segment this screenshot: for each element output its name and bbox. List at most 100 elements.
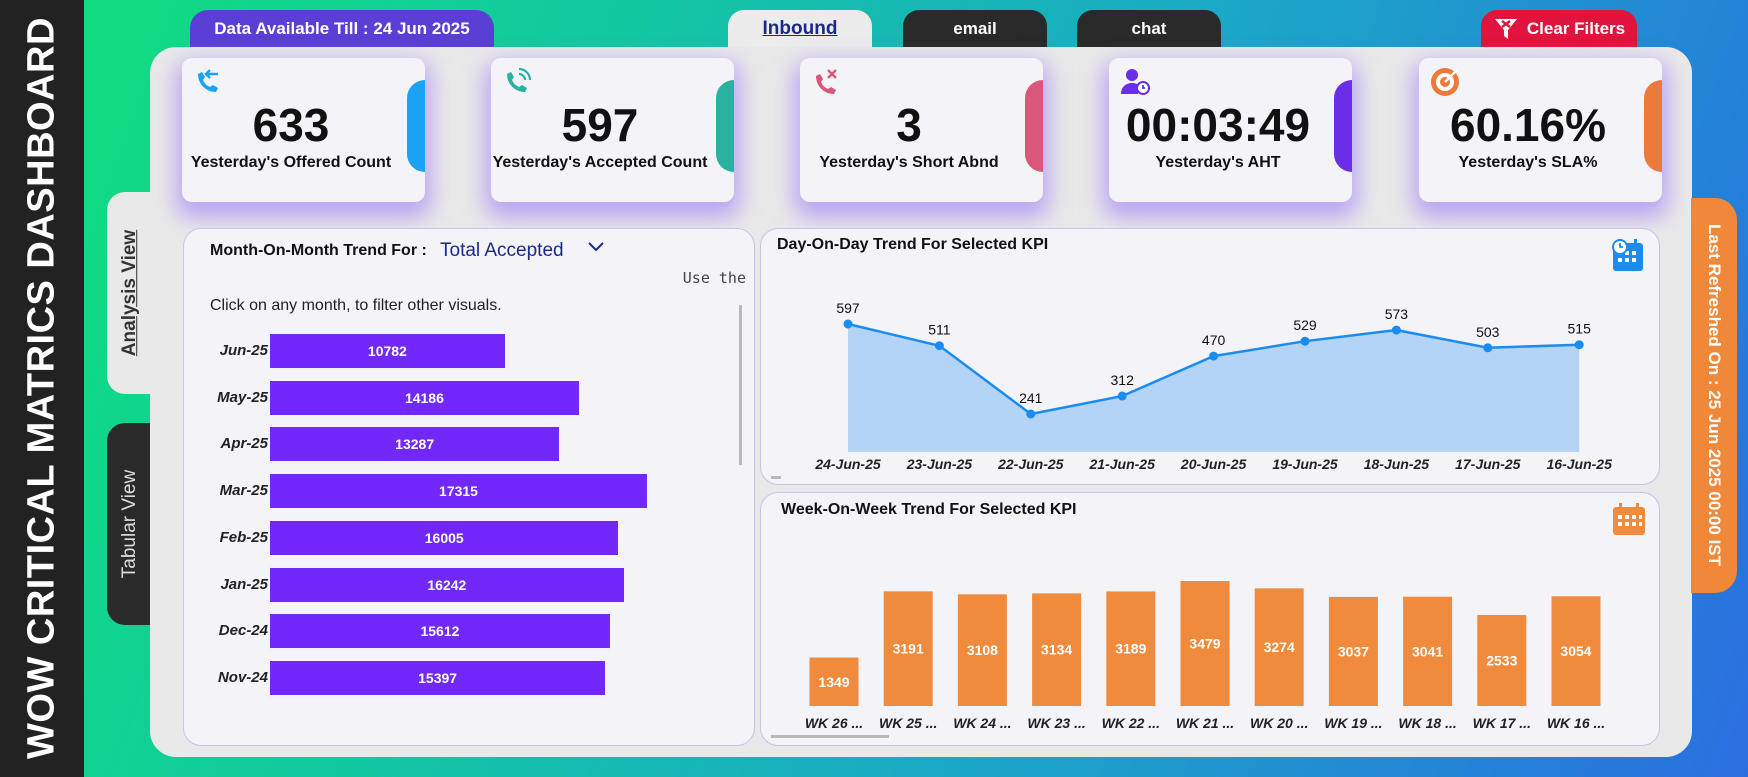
mom-month-label: Apr-25 (220, 435, 268, 453)
scrollbar[interactable] (771, 476, 781, 479)
month-on-month-panel: Month-On-Month Trend For : Total Accepte… (183, 228, 755, 746)
mom-row[interactable]: Nov-24 15397 (184, 660, 744, 695)
dod-data-label: 511 (928, 322, 951, 338)
mom-bar[interactable]: 16005 (270, 520, 619, 555)
mom-month-label: Jun-25 (219, 342, 268, 359)
wow-x-label: WK 26 ... (805, 715, 863, 731)
mom-month-label: Jan-25 (220, 575, 268, 593)
data-available-badge: Data Available Till : 24 Jun 2025 (190, 10, 494, 48)
mom-row[interactable]: Dec-24 15612 (184, 614, 744, 649)
kpi-value: 60.16% (1449, 99, 1606, 151)
dod-data-label: 597 (836, 300, 860, 316)
kpi-card-sla[interactable]: 60.16% Yesterday's SLA% (1419, 58, 1662, 202)
dod-point[interactable] (1117, 391, 1127, 401)
mom-row[interactable]: Feb-25 16005 (184, 520, 744, 555)
kpi-card-offered[interactable]: 633 Yesterday's Offered Count (182, 58, 425, 202)
dod-point[interactable] (843, 319, 853, 329)
mom-bar[interactable]: 10782 (270, 334, 505, 368)
week-on-week-panel: Week-On-Week Trend For Selected KPI 1349… (760, 492, 1660, 746)
wow-bar-chart: 1349 WK 26 ... 3191 WK 25 ... 3108 WK 24 ... 3… (771, 581, 1605, 738)
mom-bar[interactable]: 14186 (270, 380, 579, 415)
kpi-value: 597 (561, 99, 639, 151)
wow-x-label: WK 21 ... (1176, 715, 1234, 731)
mom-month-label: Mar-25 (219, 482, 268, 500)
kpi-card-short-abnd[interactable]: 3 Yesterday's Short Abnd (800, 58, 1043, 202)
last-refreshed-tab: Last Refreshed On : 25 Jun 2025 00:00 IS… (1691, 198, 1737, 593)
wow-data-label: 3274 (1264, 639, 1295, 655)
dod-point[interactable] (1209, 351, 1219, 361)
scrollbar[interactable] (771, 735, 889, 738)
kpi-label: Yesterday's Offered Count (190, 154, 392, 171)
dod-point[interactable] (1574, 340, 1584, 350)
chevron-down-icon[interactable] (586, 237, 606, 257)
dod-point[interactable] (934, 341, 944, 351)
dod-point[interactable] (1483, 343, 1493, 353)
dod-data-label: 573 (1385, 306, 1409, 322)
dod-data-label: 470 (1202, 332, 1226, 348)
kpi-card-accepted[interactable]: 597 Yesterday's Accepted Count (491, 58, 734, 202)
tab-inbound[interactable]: Inbound (728, 10, 872, 48)
dod-point[interactable] (1026, 409, 1036, 419)
mom-bar[interactable]: 15612 (270, 614, 610, 649)
tab-chat[interactable]: chat (1077, 10, 1221, 48)
dod-data-label: 529 (1293, 317, 1317, 333)
tab-tabular-label: Tabular View (119, 469, 140, 579)
wow-data-label: 3134 (1041, 642, 1072, 658)
wow-x-label: WK 23 ... (1027, 715, 1085, 731)
dod-x-label: 22-Jun-25 (997, 456, 1064, 472)
kpi-selector[interactable]: Total Accepted (440, 240, 564, 262)
mom-bar[interactable]: 16242 (270, 567, 624, 602)
tab-email[interactable]: email (903, 10, 1047, 48)
wow-data-label: 3054 (1560, 643, 1591, 659)
dod-x-label: 23-Jun-25 (906, 456, 973, 472)
tab-analysis-label: Analysis View (119, 229, 141, 357)
wow-data-label: 3191 (893, 641, 924, 657)
wow-data-label: 3041 (1412, 643, 1443, 659)
wow-x-label: WK 18 ... (1398, 715, 1456, 731)
kpi-accent (1644, 80, 1662, 172)
mom-month-label: Dec-24 (218, 622, 268, 640)
tab-analysis-view[interactable]: Analysis View (107, 192, 153, 394)
dod-area-chart: 597 24-Jun-25 511 23-Jun-25 241 22-Jun-25 312 2… (771, 300, 1612, 479)
mom-hint: Click on any month, to filter other visu… (210, 297, 502, 314)
day-on-day-panel: Day-On-Day Trend For Selected KPI 597 24-… (760, 228, 1660, 485)
wow-x-label: WK 16 ... (1547, 715, 1605, 731)
kpi-label: Yesterday's AHT (1155, 154, 1281, 171)
wow-data-label: 2533 (1486, 652, 1517, 668)
mom-row[interactable]: Apr-25 13287 (184, 427, 744, 462)
dod-point[interactable] (1300, 336, 1310, 346)
clear-filters-button[interactable]: Clear Filters (1481, 10, 1637, 48)
mom-row[interactable]: May-25 14186 (184, 380, 744, 415)
kpi-card-aht[interactable]: 00:03:49 Yesterday's AHT (1109, 58, 1352, 202)
wow-x-label: WK 19 ... (1324, 715, 1382, 731)
mom-month-label: Nov-24 (217, 668, 268, 686)
dod-data-label: 312 (1111, 372, 1135, 388)
kpi-accent (716, 80, 734, 172)
kpi-value: 00:03:49 (1125, 99, 1311, 151)
tab-tabular-view[interactable]: Tabular View (107, 423, 153, 625)
mom-row[interactable]: Mar-25 17315 (184, 474, 744, 509)
wow-x-label: WK 24 ... (953, 715, 1011, 731)
dod-x-label: 20-Jun-25 (1180, 456, 1247, 472)
phone-call-icon (507, 67, 532, 92)
phone-missed-icon (816, 69, 837, 94)
wow-x-label: WK 20 ... (1250, 715, 1308, 731)
dod-x-label: 19-Jun-25 (1272, 456, 1338, 472)
dashboard-title: WOW CRITICAL MATRICS DASHBOARD (20, 17, 63, 759)
kpi-value: 633 (252, 99, 330, 151)
kpi-value: 3 (896, 99, 922, 151)
kpi-accent (407, 80, 425, 172)
mom-bar[interactable]: 13287 (270, 427, 560, 462)
mom-row[interactable]: Jan-25 16242 (184, 567, 744, 602)
dod-x-label: 17-Jun-25 (1455, 456, 1521, 472)
dod-x-label: 21-Jun-25 (1089, 456, 1156, 472)
filter-clear-icon (1494, 19, 1517, 39)
kpi-label: Yesterday's Short Abnd (819, 154, 999, 171)
mom-row[interactable]: Jun-25 10782 (184, 334, 744, 368)
dod-data-label: 241 (1019, 390, 1043, 406)
mom-bar[interactable]: 17315 (270, 474, 647, 509)
mom-bar[interactable]: 15397 (270, 660, 606, 695)
wow-data-label: 3108 (967, 642, 998, 658)
clear-filters-label: Clear Filters (1526, 19, 1626, 38)
dod-point[interactable] (1391, 325, 1401, 335)
